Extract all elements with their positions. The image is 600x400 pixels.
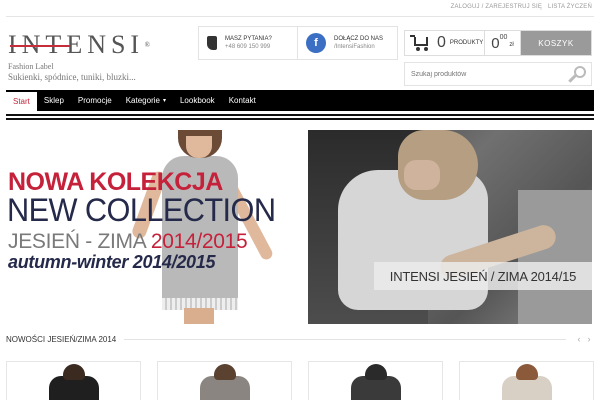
nav-item-promocje[interactable]: Promocje xyxy=(71,90,119,111)
banner-season-en: autumn-winter 2014/2015 xyxy=(8,252,216,272)
banner-headline-en: NEW COLLECTION xyxy=(7,192,276,228)
phone-title: MASZ PYTANIA? xyxy=(225,36,272,42)
main-nav: Start Sklep Promocje Kategorie ▾ Lookboo… xyxy=(6,90,594,111)
brand-tagline: Fashion Label xyxy=(8,62,54,71)
top-divider xyxy=(6,16,594,17)
phone-number: +48 609 150 999 xyxy=(225,44,271,50)
cart-total-cents: 00 xyxy=(499,33,508,41)
product-card[interactable] xyxy=(459,361,594,400)
nav-item-sklep[interactable]: Sklep xyxy=(37,90,71,111)
login-register-link[interactable]: ZALOGUJ / ZAREJESTRUJ SIĘ xyxy=(451,4,542,10)
facebook-title: DOŁĄCZ DO NAS xyxy=(334,36,384,42)
product-card[interactable] xyxy=(6,361,141,400)
search-input[interactable] xyxy=(411,70,567,78)
banner-season-prefix: JESIEŃ - ZIMA xyxy=(8,230,151,253)
cart-summary[interactable]: 0 PRODUKTY xyxy=(405,31,485,55)
phone-contact[interactable]: MASZ PYTANIA? +48 609 150 999 xyxy=(198,26,298,60)
cart-button[interactable]: KOSZYK xyxy=(521,31,591,55)
nav-item-kategorie[interactable]: Kategorie ▾ xyxy=(119,90,173,111)
cart-total-main: 0 xyxy=(491,34,500,52)
nav-divider-top xyxy=(6,114,594,116)
cart-count-label: PRODUKTY xyxy=(449,40,484,46)
cart-icon xyxy=(409,34,431,52)
brand-subtitle: Sukienki, spódnice, tuniki, bluzki... xyxy=(8,72,136,82)
top-links: ZALOGUJ / ZAREJESTRUJ SIĘ LISTA ŻYCZEŃ xyxy=(451,4,592,10)
new-collection-banner[interactable]: NOWA KOLEKCJA NEW COLLECTION JESIEŃ - ZI… xyxy=(0,130,302,324)
logo-strike-line xyxy=(10,45,70,47)
banner-caption: INTENSI JESIEŃ / ZIMA 2014/15 xyxy=(374,262,592,290)
facebook-handle: /IntensiFashion xyxy=(334,44,375,50)
nav-item-kategorie-label: Kategorie xyxy=(125,96,160,105)
new-arrivals-header: NOWOŚCI JESIEŃ/ZIMA 2014 ‹ › xyxy=(6,334,594,344)
nav-item-start[interactable]: Start xyxy=(6,92,37,111)
nav-item-kontakt[interactable]: Kontakt xyxy=(222,90,263,111)
product-card[interactable] xyxy=(308,361,443,400)
cart-count: 0 xyxy=(437,34,446,51)
banner-season-year: 2014/2015 xyxy=(150,230,248,253)
banner-season-pl: JESIEŃ - ZIMA 2014/2015 xyxy=(8,230,248,254)
nav-divider-bottom xyxy=(6,118,594,120)
facebook-icon: f xyxy=(306,33,326,53)
cart-widget[interactable]: 0 PRODUKTY 000 zł KOSZYK xyxy=(404,30,592,56)
section-title: NOWOŚCI JESIEŃ/ZIMA 2014 xyxy=(6,334,117,344)
cart-total: 000 zł xyxy=(485,31,521,55)
product-card[interactable] xyxy=(157,361,292,400)
chevron-right-icon[interactable]: › xyxy=(584,334,594,344)
section-divider xyxy=(124,338,566,340)
logo[interactable]: INTENSI ® xyxy=(8,32,188,58)
search-box[interactable] xyxy=(404,62,592,86)
wishlist-link[interactable]: LISTA ŻYCZEŃ xyxy=(548,4,592,10)
phone-icon xyxy=(207,36,217,50)
chevron-left-icon[interactable]: ‹ xyxy=(574,334,584,344)
product-carousel xyxy=(6,361,594,400)
search-icon[interactable] xyxy=(567,64,589,84)
facebook-contact[interactable]: f DOŁĄCZ DO NAS /IntensiFashion xyxy=(298,26,398,60)
season-banner[interactable]: INTENSI JESIEŃ / ZIMA 2014/15 xyxy=(308,130,592,324)
registered-mark: ® xyxy=(144,41,150,49)
brand-logo-block[interactable]: INTENSI ® Fashion Label Sukienki, spódni… xyxy=(8,32,188,83)
chevron-down-icon: ▾ xyxy=(162,98,166,104)
nav-item-lookbook[interactable]: Lookbook xyxy=(173,90,222,111)
cart-currency: zł xyxy=(509,42,514,48)
